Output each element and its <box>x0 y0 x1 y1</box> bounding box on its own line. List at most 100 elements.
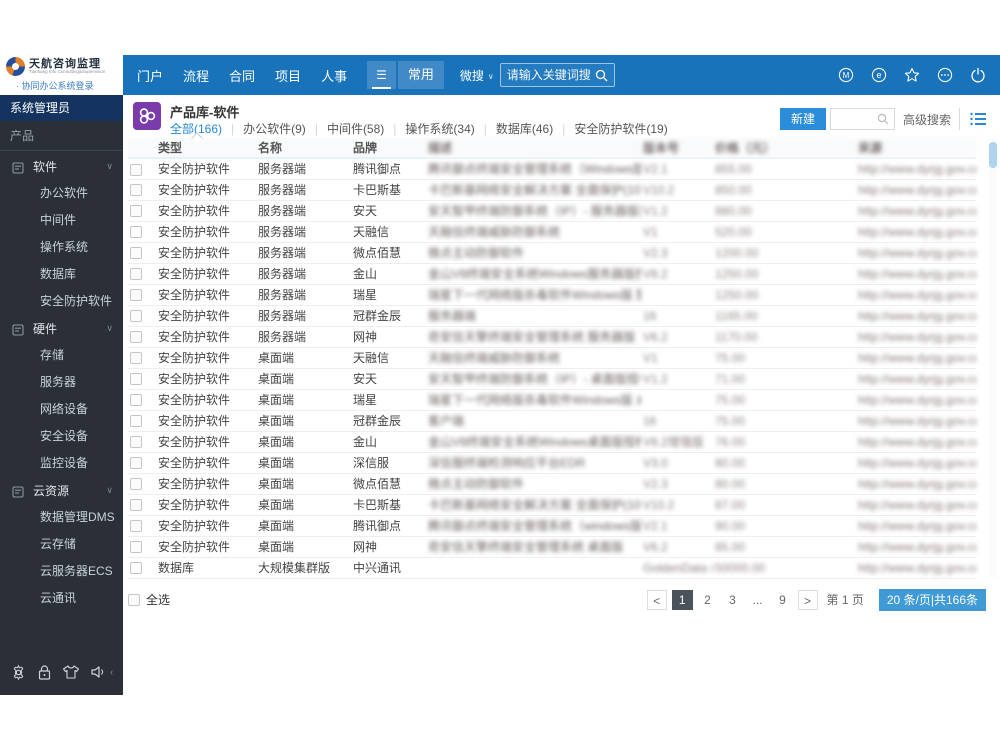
chevron-right-icon[interactable]: ‹ <box>110 667 113 677</box>
row-checkbox[interactable] <box>130 310 142 323</box>
row-checkbox[interactable] <box>130 331 142 344</box>
sidebar-item[interactable]: 监控设备 <box>0 450 123 477</box>
new-button[interactable]: 新建 <box>779 108 826 130</box>
power-icon[interactable] <box>970 67 986 83</box>
table-cell: 网神 <box>351 536 426 558</box>
table-cell: V2.1 <box>641 158 713 180</box>
table-cell: http://www.dyrjg.gov.cn/rjg/ <box>856 389 976 411</box>
sidebar-section-header[interactable]: 软件 ∨ <box>0 153 123 180</box>
sidebar-item[interactable]: 网络设备 <box>0 396 123 423</box>
table-row: 安全防护软件桌面端瑞星瑞星下一代网络版杀毒软件Windows版 桌面端 75.00… <box>128 389 976 411</box>
sidebar-item[interactable]: 数据管理DMS <box>0 504 123 531</box>
table-cell: 安全防护软件 <box>156 368 256 390</box>
row-checkbox-cell <box>128 263 156 285</box>
sidebar-item[interactable]: 存储 <box>0 342 123 369</box>
table-scrollbar-track[interactable] <box>989 139 997 577</box>
sidebar-item[interactable]: 云服务器ECS <box>0 558 123 585</box>
sidebar-item[interactable]: 云通讯 <box>0 585 123 612</box>
table-cell: 腾讯御点终端安全管理系统（windows版）V2.1 <box>426 515 641 537</box>
prev-page-button[interactable]: < <box>646 589 667 610</box>
row-checkbox[interactable] <box>130 394 142 407</box>
page-button[interactable]: 2 <box>698 590 718 610</box>
more-options-icon[interactable] <box>937 67 953 83</box>
table-cell: 金山 <box>351 431 426 453</box>
page-button[interactable]: 9 <box>773 590 793 610</box>
tab-category[interactable]: 数据库(46) <box>496 120 553 137</box>
table-scrollbar-thumb[interactable] <box>989 142 997 168</box>
tab-category[interactable]: 办公软件(9) <box>243 120 306 137</box>
page-size-badge[interactable]: 20 条/页|共166条 <box>878 588 986 611</box>
sidebar-section-header[interactable]: 硬件 ∨ <box>0 315 123 342</box>
nav-item[interactable]: 人事 <box>321 66 347 85</box>
tab-category[interactable]: 安全防护软件(19) <box>574 120 667 137</box>
sidebar-module-product[interactable]: 产品 <box>0 121 123 151</box>
page-button[interactable]: ... <box>748 590 768 610</box>
row-checkbox[interactable] <box>130 562 142 575</box>
product-library-icon <box>133 102 161 130</box>
sidebar-section-header[interactable]: 云资源 ∨ <box>0 477 123 504</box>
sidebar-item[interactable]: 中间件 <box>0 207 123 234</box>
list-view-icon[interactable] <box>970 112 986 126</box>
nav-item[interactable]: 流程 <box>183 66 209 85</box>
row-checkbox[interactable] <box>130 541 142 554</box>
row-checkbox-cell <box>128 536 156 558</box>
tab-category[interactable]: 操作系统(34) <box>405 120 474 137</box>
row-checkbox[interactable] <box>130 457 142 470</box>
settings-icon[interactable] <box>10 664 27 681</box>
row-checkbox[interactable] <box>130 520 142 533</box>
sidebar-item[interactable]: 安全防护软件 <box>0 288 123 315</box>
row-checkbox[interactable] <box>130 415 142 428</box>
current-page-button[interactable]: 1 <box>671 589 693 610</box>
nav-item-common[interactable]: 常用 <box>397 61 444 89</box>
row-checkbox[interactable] <box>130 247 142 260</box>
tab-category[interactable]: 中间件(58) <box>327 120 384 137</box>
tab-separator: | <box>393 121 397 136</box>
table-cell: 卡巴斯基网络安全解决方案 全面保护(10-249节... <box>426 179 641 201</box>
theme-icon[interactable] <box>62 664 80 680</box>
row-checkbox[interactable] <box>130 352 142 365</box>
search-scope-dropdown[interactable]: 微搜 <box>460 67 484 84</box>
message-icon[interactable]: e <box>871 67 887 83</box>
row-checkbox-cell <box>128 179 156 201</box>
nav-item[interactable]: 门户 <box>137 66 163 85</box>
row-checkbox[interactable] <box>130 289 142 302</box>
sidebar-item[interactable]: 服务器 <box>0 369 123 396</box>
app-window: 天航咨询监理 Tianhang Info Consulting&Supervis… <box>0 55 1000 695</box>
row-checkbox[interactable] <box>130 478 142 491</box>
table-cell: 深信服 <box>351 452 426 474</box>
lock-icon[interactable] <box>37 664 52 681</box>
sidebar-item[interactable]: 操作系统 <box>0 234 123 261</box>
sidebar-item[interactable]: 安全设备 <box>0 423 123 450</box>
nav-item[interactable]: 项目 <box>275 66 301 85</box>
search-icon[interactable] <box>877 113 889 125</box>
row-checkbox[interactable] <box>130 436 142 449</box>
sidebar-item[interactable]: 数据库 <box>0 261 123 288</box>
search-icon[interactable] <box>595 69 608 82</box>
row-checkbox[interactable] <box>130 184 142 197</box>
table-cell: 855.00 <box>713 158 856 180</box>
row-checkbox[interactable] <box>130 373 142 386</box>
page-button[interactable]: 3 <box>723 590 743 610</box>
svg-text:M: M <box>843 71 850 80</box>
row-checkbox[interactable] <box>130 268 142 281</box>
next-page-button[interactable]: > <box>797 589 818 610</box>
sidebar-item[interactable]: 云存储 <box>0 531 123 558</box>
nav-item[interactable]: 合同 <box>229 66 255 85</box>
global-search-input[interactable] <box>506 68 595 82</box>
advanced-search-button[interactable]: 高级搜索 <box>893 108 959 130</box>
m-badge-icon[interactable]: M <box>838 67 854 83</box>
favorite-star-icon[interactable] <box>904 67 920 83</box>
page-title: 产品库-软件 <box>170 105 240 120</box>
table-search-input[interactable] <box>830 112 877 126</box>
select-all-checkbox[interactable] <box>128 593 140 606</box>
table-cell: 安天智甲终端防御系统（IP）- 服务器版授权 <box>426 200 641 222</box>
row-checkbox[interactable] <box>130 499 142 512</box>
table-row: 安全防护软件 桌面端 深信服 深信服终端检测响应平台EDR V3.0 80.00 http:… <box>128 452 976 474</box>
row-checkbox[interactable] <box>130 205 142 218</box>
row-checkbox[interactable] <box>130 226 142 239</box>
row-checkbox-cell <box>128 410 156 432</box>
volume-icon[interactable] <box>90 664 107 680</box>
row-checkbox[interactable] <box>130 163 142 176</box>
sidebar-item[interactable]: 办公软件 <box>0 180 123 207</box>
nav-menu-toggle[interactable]: ☰ <box>367 61 396 89</box>
